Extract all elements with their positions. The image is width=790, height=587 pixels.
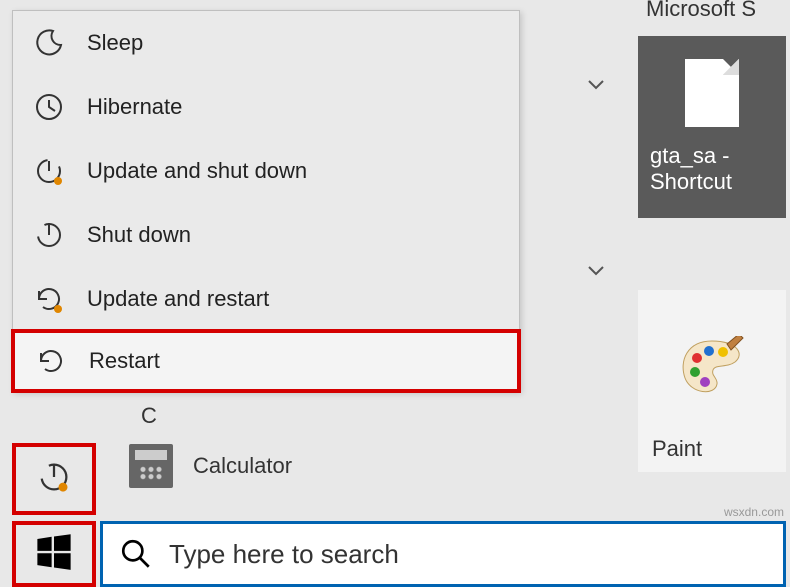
- power-icon: [33, 219, 65, 251]
- taskbar-search[interactable]: Type here to search: [100, 521, 786, 587]
- power-item-restart[interactable]: Restart: [11, 329, 521, 393]
- power-update-icon: [36, 459, 72, 500]
- power-item-label: Update and shut down: [87, 158, 307, 184]
- power-item-label: Hibernate: [87, 94, 182, 120]
- tile-group-label: Microsoft S: [646, 0, 756, 22]
- power-item-label: Restart: [89, 348, 160, 374]
- calculator-icon: [129, 444, 173, 488]
- restart-update-icon: [33, 283, 65, 315]
- search-placeholder: Type here to search: [169, 539, 399, 570]
- watermark: wsxdn.com: [724, 505, 784, 519]
- power-button[interactable]: [12, 443, 96, 515]
- power-item-update-restart[interactable]: Update and restart: [13, 267, 519, 331]
- power-item-sleep[interactable]: Sleep: [13, 11, 519, 75]
- moon-icon: [33, 27, 65, 59]
- tile-label: gta_sa - Shortcut: [646, 143, 778, 196]
- chevron-down-icon[interactable]: [582, 256, 610, 284]
- start-button[interactable]: [12, 521, 96, 587]
- app-list-letter-header[interactable]: C: [115, 395, 515, 437]
- paint-palette-icon: [677, 336, 747, 401]
- chevron-down-icon[interactable]: [582, 70, 610, 98]
- start-tiles: Microsoft S gta_sa - Shortcut Paint: [626, 0, 786, 520]
- windows-logo-icon: [35, 533, 73, 576]
- power-item-hibernate[interactable]: Hibernate: [13, 75, 519, 139]
- tile-label: Paint: [648, 436, 776, 462]
- search-icon: [119, 537, 153, 571]
- tile-gta-shortcut[interactable]: gta_sa - Shortcut: [638, 36, 786, 218]
- file-icon: [685, 59, 739, 127]
- app-item-label: Calculator: [193, 453, 292, 479]
- app-list: C Calculator: [115, 395, 515, 495]
- power-item-update-shutdown[interactable]: Update and shut down: [13, 139, 519, 203]
- tile-paint[interactable]: Paint: [638, 290, 786, 472]
- power-item-label: Sleep: [87, 30, 143, 56]
- power-update-icon: [33, 155, 65, 187]
- power-item-label: Shut down: [87, 222, 191, 248]
- clock-icon: [33, 91, 65, 123]
- power-item-label: Update and restart: [87, 286, 269, 312]
- start-left-column: [12, 443, 96, 587]
- power-menu: Sleep Hibernate Update and shut down: [12, 10, 520, 392]
- app-item-calculator[interactable]: Calculator: [115, 437, 515, 495]
- power-item-shutdown[interactable]: Shut down: [13, 203, 519, 267]
- restart-icon: [35, 345, 67, 377]
